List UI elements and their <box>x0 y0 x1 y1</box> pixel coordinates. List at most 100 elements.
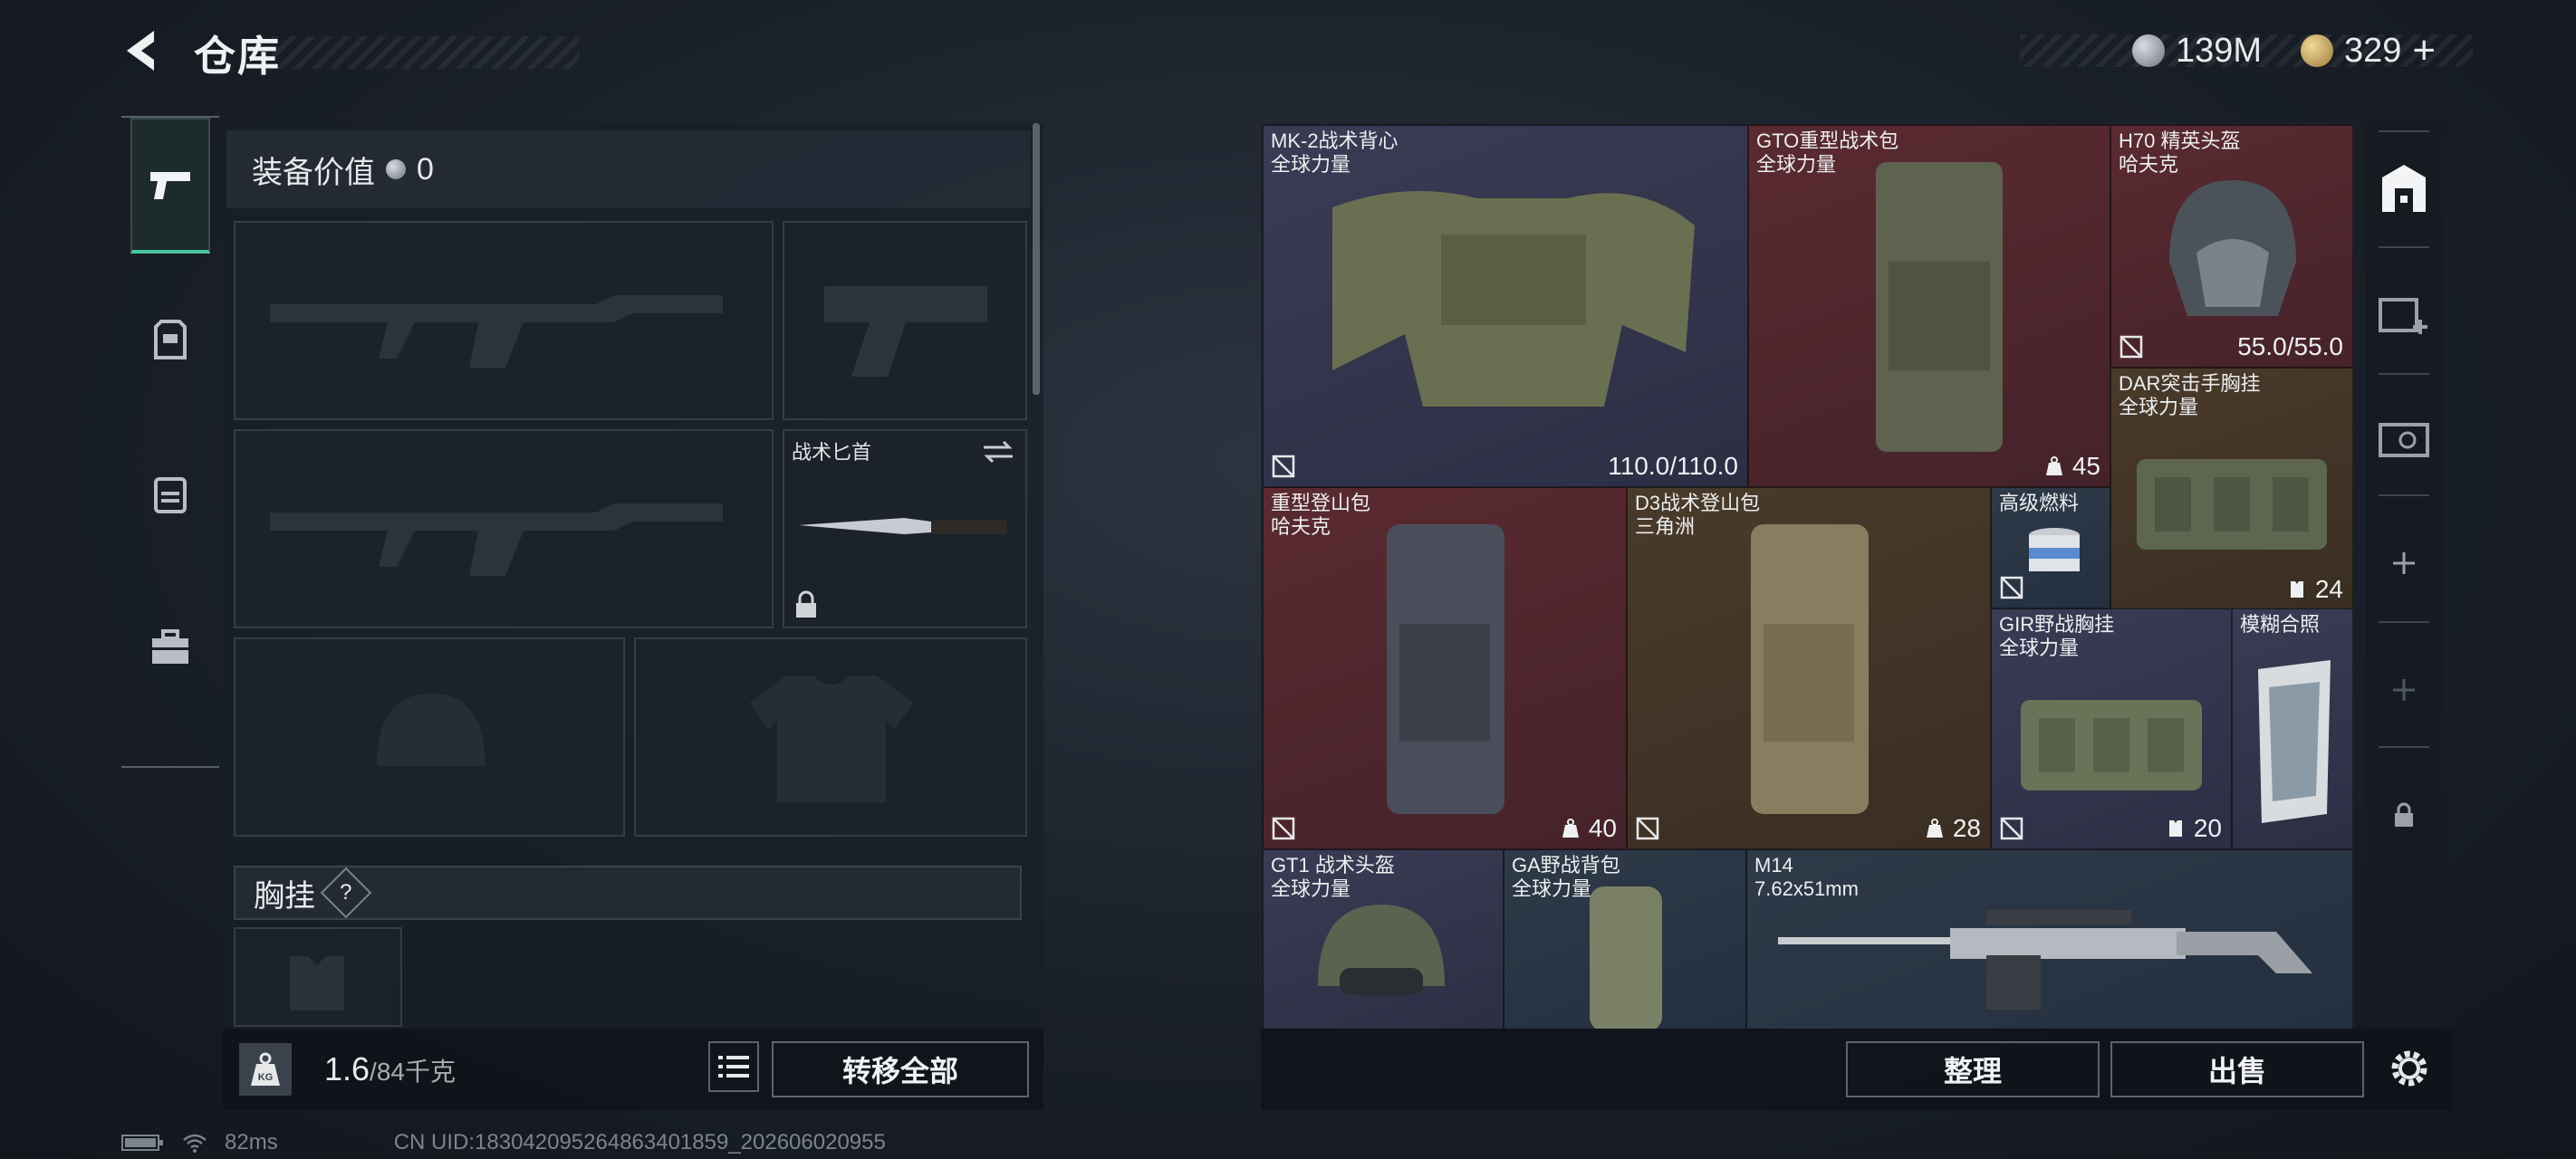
no-bind-icon <box>2000 576 2023 599</box>
no-bind-icon <box>1272 817 1295 840</box>
weight-capacity: /84千克 <box>370 1058 456 1086</box>
item-ga-field-pack[interactable]: GA野战背包 全球力量 <box>1504 849 1746 1029</box>
item-gir-chest-rig[interactable]: GIR野战胸挂 全球力量 20 <box>1991 608 2232 849</box>
no-bind-icon <box>1272 455 1295 478</box>
equipment-value-amount: 0 <box>417 151 434 187</box>
capacity-badge: 20 <box>2165 814 2222 843</box>
equipment-value-label: 装备价值 <box>252 155 375 190</box>
item-blurry-photo[interactable]: 模糊合照 <box>2232 608 2353 849</box>
item-mk2-vest[interactable]: MK-2战术背心 全球力量 110.0/110.0 <box>1263 125 1748 487</box>
rifle-item-icon <box>1778 910 2312 1010</box>
chest-rig-slot[interactable] <box>234 927 402 1027</box>
fuel-can-icon <box>2029 528 2080 571</box>
knife-slot[interactable]: 战术匕首 <box>783 429 1027 628</box>
pistol-icon <box>150 172 190 199</box>
category-backpack[interactable] <box>130 426 210 561</box>
gold-coin-icon <box>2301 34 2333 67</box>
rifle-silhouette-icon <box>270 295 723 368</box>
item-m14-rifle[interactable]: M14 7.62x51mm <box>1746 849 2353 1029</box>
storage-tab-main[interactable] <box>2375 159 2433 217</box>
helmet-slot[interactable] <box>234 637 625 837</box>
capacity-badge: 45 <box>2043 452 2100 481</box>
no-bind-icon <box>2000 817 2023 840</box>
plus-icon <box>2393 552 2415 574</box>
sort-button[interactable]: 整理 <box>1846 1041 2100 1097</box>
storage-tabs-rail <box>2366 123 2442 1029</box>
category-weapons[interactable] <box>130 118 210 254</box>
storage-tab-expand[interactable] <box>2375 286 2433 344</box>
list-view-button[interactable] <box>708 1041 759 1092</box>
swap-icon[interactable] <box>980 438 1016 465</box>
status-bar: 82ms CN UID:1830420952648634018​59_20260… <box>121 1130 886 1155</box>
warehouse-icon <box>2382 165 2426 212</box>
vest-capacity-icon <box>2168 820 2182 837</box>
equipment-value-bar: 装备价值 0 <box>226 130 1031 208</box>
silver-coin-icon <box>2132 34 2165 67</box>
vest-item-icon <box>1332 191 1695 407</box>
no-bind-icon <box>2119 335 2143 359</box>
wifi-icon <box>183 1134 207 1153</box>
backpack-icon <box>154 477 187 513</box>
currency-b[interactable]: 329 + <box>2301 24 2436 78</box>
chest-rig-item-icon <box>2137 459 2327 550</box>
storage-tab-add-1[interactable] <box>2375 534 2433 592</box>
item-gt1-helmet[interactable]: GT1 战术头盔 全球力量 <box>1263 849 1504 1029</box>
toolbox-icon <box>152 629 188 664</box>
currency-b-amount: 329 <box>2344 31 2402 70</box>
add-currency-icon[interactable]: + <box>2412 28 2436 73</box>
chest-rig-item-icon <box>2021 700 2202 790</box>
storage-tab-locked[interactable] <box>2375 786 2433 844</box>
help-icon[interactable]: ? <box>320 867 372 919</box>
category-armor[interactable] <box>130 272 210 407</box>
list-icon <box>718 1056 749 1078</box>
weight-bar: KG 1.6/84千克 转移全部 <box>223 1029 1043 1110</box>
weight-readout: 1.6/84千克 <box>324 1050 456 1088</box>
settings-button[interactable] <box>2380 1039 2438 1097</box>
storage-tab-add-2[interactable] <box>2375 661 2433 719</box>
storage-tab-vouchers[interactable] <box>2375 411 2433 469</box>
primary-weapon-slot[interactable] <box>234 221 774 420</box>
category-toolbox[interactable] <box>130 580 210 715</box>
transfer-all-button[interactable]: 转移全部 <box>772 1041 1029 1097</box>
storage-action-bar: 整理 出售 <box>1261 1029 2453 1110</box>
currency-a-amount: 139M <box>2176 31 2263 70</box>
helmet-silhouette-icon <box>377 694 485 766</box>
backpack-item-icon <box>1751 524 1869 814</box>
body-armor-slot[interactable] <box>634 637 1027 837</box>
back-arrow-icon <box>127 31 154 71</box>
equipment-scrollbar[interactable] <box>1033 123 1040 395</box>
item-heavy-climbing-pack[interactable]: 重型登山包 哈夫克 40 <box>1263 487 1627 849</box>
backpack-item-icon <box>1590 886 1662 1029</box>
backpack-item-icon <box>1387 524 1504 814</box>
item-dar-chest-rig[interactable]: DAR突击手胸挂 全球力量 24 <box>2110 368 2353 610</box>
weight-current: 1.6 <box>324 1050 370 1087</box>
helmet-item-icon <box>1318 905 1445 995</box>
vest-capacity-icon <box>2290 581 2303 598</box>
vest-icon <box>154 320 187 359</box>
capacity-badge: 24 <box>2286 575 2343 604</box>
uid-text: CN UID:1830420952648634018​59_2026060209… <box>393 1130 886 1154</box>
pistol-slot[interactable] <box>783 221 1027 420</box>
silver-coin-icon <box>386 159 406 179</box>
category-bar <box>121 116 219 768</box>
durability-value: 55.0/55.0 <box>2237 332 2343 360</box>
armor-silhouette-icon <box>750 675 913 802</box>
item-d3-tactical-pack[interactable]: D3战术登山包 三角洲 28 <box>1627 487 1991 849</box>
item-advanced-fuel[interactable]: 高级燃料 <box>1991 487 2110 608</box>
item-h70-helmet[interactable]: H70 精英头盔 哈夫克 55.0/55.0 <box>2110 125 2353 368</box>
secondary-weapon-slot[interactable] <box>234 429 774 628</box>
lock-icon <box>2395 802 2413 827</box>
item-gto-heavy-pack[interactable]: GTO重型战术包 全球力量 45 <box>1748 125 2110 487</box>
knife-item-icon <box>799 518 1007 534</box>
back-button[interactable] <box>118 25 168 76</box>
currency-a: 139M <box>2132 24 2262 78</box>
add-storage-icon <box>2379 298 2427 334</box>
ping-value: 82ms <box>225 1130 278 1154</box>
knife-slot-label: 战术匕首 <box>792 441 872 464</box>
capacity-icon <box>1926 819 1943 838</box>
helmet-item-icon <box>2169 180 2296 316</box>
sell-button[interactable]: 出售 <box>2110 1041 2364 1097</box>
voucher-icon <box>2379 423 2429 457</box>
storage-grid: MK-2战术背心 全球力量 110.0/110.0 GTO重型战术包 全球力量 45… <box>1261 123 2355 1029</box>
plus-icon <box>2393 679 2415 701</box>
